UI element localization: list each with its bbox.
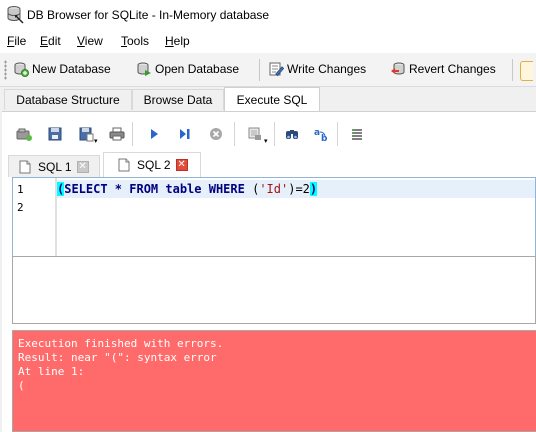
menu-view[interactable]: View bbox=[77, 34, 103, 48]
menu-bar: File Edit View Tools Help bbox=[0, 31, 536, 53]
results-grid[interactable] bbox=[12, 256, 536, 324]
comment-lines-icon bbox=[352, 129, 362, 140]
open-tab-button[interactable] bbox=[13, 123, 35, 145]
execute-sql-panel: ▾ ▾ a b SQL 1 ✕ SQL 2 ✕ 1 2 (SELECT * FR… bbox=[2, 111, 536, 432]
line-number: 2 bbox=[17, 201, 24, 214]
write-changes-icon bbox=[269, 62, 284, 77]
comment-lines-button[interactable] bbox=[346, 123, 368, 145]
main-tab-bar: Database Structure Browse Data Execute S… bbox=[0, 87, 536, 111]
find-replace-icon: a b bbox=[314, 128, 328, 142]
toolbar-separator bbox=[259, 59, 260, 81]
sql-tab-2[interactable]: SQL 2 ✕ bbox=[103, 152, 201, 177]
sql-tab-1[interactable]: SQL 1 ✕ bbox=[8, 155, 100, 177]
binoculars-icon bbox=[286, 130, 298, 139]
toolbar-separator bbox=[132, 122, 133, 146]
play-icon bbox=[151, 129, 158, 139]
sql-keywords: SELECT * FROM table WHERE bbox=[64, 182, 253, 196]
sql-string: 'Id' bbox=[259, 182, 289, 196]
find-button[interactable] bbox=[281, 123, 303, 145]
matched-brace: ) bbox=[309, 182, 318, 196]
error-line: Result: near "(": syntax error bbox=[18, 351, 217, 364]
new-database-icon bbox=[14, 62, 29, 77]
tab-execute-sql[interactable]: Execute SQL bbox=[224, 87, 320, 111]
menu-tools[interactable]: Tools bbox=[121, 34, 149, 48]
error-line: At line 1: bbox=[18, 365, 85, 378]
tab-database-structure[interactable]: Database Structure bbox=[4, 89, 132, 110]
database-app-icon bbox=[6, 5, 24, 25]
toolbar-grip[interactable] bbox=[4, 60, 7, 80]
open-sql-file-icon bbox=[48, 127, 62, 141]
line-number: 1 bbox=[17, 183, 24, 196]
toolbar-separator bbox=[512, 59, 513, 81]
main-toolbar: New Database Open Database ▾ Write Chang… bbox=[0, 53, 536, 133]
save-results-button[interactable] bbox=[244, 123, 266, 145]
error-line: ( bbox=[18, 379, 25, 392]
error-message-pane: Execution finished with errors. Result: … bbox=[12, 330, 536, 432]
toolbar-separator bbox=[274, 122, 275, 146]
toolbar-overflow-icon[interactable] bbox=[520, 61, 533, 81]
title-bar: DB Browser for SQLite - In-Memory databa… bbox=[0, 0, 536, 31]
toolbar-separator bbox=[337, 122, 338, 146]
tab-browse-data[interactable]: Browse Data bbox=[132, 89, 224, 110]
svg-text:a: a bbox=[314, 128, 320, 138]
menu-help[interactable]: Help bbox=[165, 34, 190, 48]
menu-edit[interactable]: Edit bbox=[40, 34, 61, 48]
save-results-dropdown-icon[interactable]: ▾ bbox=[264, 137, 268, 145]
write-changes-button[interactable]: Write Changes bbox=[268, 59, 366, 79]
stop-execution-button[interactable] bbox=[205, 123, 227, 145]
print-button[interactable] bbox=[106, 123, 128, 145]
close-icon[interactable]: ✕ bbox=[76, 160, 89, 173]
menu-file[interactable]: File bbox=[7, 34, 26, 48]
find-replace-button[interactable]: a b bbox=[311, 123, 333, 145]
step-play-icon bbox=[180, 129, 190, 139]
open-tab-icon bbox=[16, 128, 32, 141]
execute-all-button[interactable] bbox=[143, 123, 165, 145]
sql-code-line[interactable]: (SELECT * FROM table WHERE ('Id')=2) bbox=[57, 182, 318, 196]
revert-changes-button[interactable]: Revert Changes bbox=[390, 59, 496, 79]
save-sql-file-icon bbox=[79, 127, 94, 142]
window-title: DB Browser for SQLite - In-Memory databa… bbox=[27, 8, 270, 22]
print-icon bbox=[109, 127, 125, 141]
close-icon[interactable]: ✕ bbox=[175, 159, 188, 171]
stop-icon bbox=[210, 128, 222, 140]
error-line: Execution finished with errors. bbox=[18, 337, 224, 350]
new-database-button[interactable]: New Database bbox=[13, 59, 111, 79]
toolbar-separator bbox=[234, 122, 235, 146]
document-icon bbox=[19, 160, 31, 173]
execute-current-line-button[interactable] bbox=[174, 123, 196, 145]
open-database-button[interactable]: Open Database bbox=[136, 59, 239, 79]
revert-changes-icon bbox=[391, 62, 405, 75]
document-icon bbox=[118, 158, 130, 172]
open-database-icon bbox=[137, 62, 151, 76]
save-sql-dropdown-icon[interactable]: ▾ bbox=[94, 137, 98, 145]
sql-rest: )=2 bbox=[288, 182, 310, 196]
open-sql-file-button[interactable] bbox=[44, 123, 66, 145]
save-results-icon bbox=[248, 127, 261, 140]
